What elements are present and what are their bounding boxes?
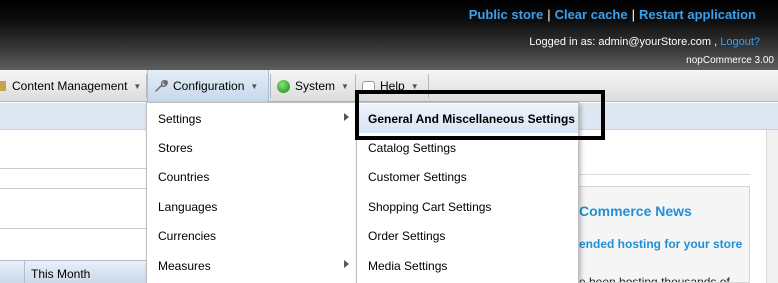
header-links: Public store | Clear cache | Restart applica… <box>469 7 756 22</box>
system-globe-icon <box>277 79 290 93</box>
news-title: Commerce News <box>579 203 692 219</box>
version-bar: nopCommerce 3.00 <box>0 51 778 70</box>
menu-item-settings[interactable]: Settings <box>147 104 357 133</box>
chevron-right-icon <box>344 260 349 268</box>
menu-item-countries[interactable]: Countries <box>147 162 357 191</box>
menu-item-label: Stores <box>158 140 193 155</box>
page-scrollbar[interactable] <box>766 130 778 283</box>
version-label: nopCommerce 3.00 <box>686 55 774 66</box>
menu-item-label: Settings <box>158 111 202 126</box>
menu-item-label: Customer Settings <box>368 169 467 184</box>
menu-item-label: Languages <box>158 199 218 214</box>
menu-divider <box>428 74 429 98</box>
menu-item-stores[interactable]: Stores <box>147 133 357 162</box>
menu-label: System <box>295 79 336 93</box>
menu-item-label: Countries <box>158 169 210 184</box>
menu-system[interactable]: System ▼ <box>271 70 355 102</box>
divider <box>0 168 150 169</box>
wrench-icon <box>155 80 168 92</box>
menu-item-label: Catalog Settings <box>368 140 457 155</box>
main-menu-bar: Content Management ▼ Configuration ▼ Sys… <box>0 70 778 102</box>
chevron-down-icon: ▼ <box>410 81 419 91</box>
chevron-down-icon: ▼ <box>250 81 259 91</box>
configuration-dropdown: Settings Stores Countries Languages Curr… <box>146 102 358 283</box>
chevron-down-icon: ▼ <box>133 81 142 91</box>
divider <box>0 188 150 189</box>
menu-item-customer-settings[interactable]: Customer Settings <box>357 162 578 191</box>
link-separator: | <box>631 7 635 22</box>
help-bubble-icon <box>362 80 375 92</box>
menu-item-measures[interactable]: Measures <box>147 251 357 280</box>
menu-item-label: Media Settings <box>368 258 448 273</box>
menu-label: Content Management <box>12 79 128 93</box>
logged-in-info: Logged in as: admin@yourStore.com , Logo… <box>529 36 760 48</box>
divider <box>578 174 750 175</box>
public-store-link[interactable]: Public store <box>469 7 543 22</box>
menu-item-label: Currencies <box>158 228 217 243</box>
menu-item-shopping-cart-settings[interactable]: Shopping Cart Settings <box>357 192 578 221</box>
menu-label: Configuration <box>173 79 245 93</box>
content-management-icon <box>0 81 6 91</box>
menu-item-media-settings[interactable]: Media Settings <box>357 251 578 280</box>
menu-item-languages[interactable]: Languages <box>147 192 357 221</box>
menu-configuration[interactable]: Configuration ▼ <box>147 70 269 102</box>
menu-label: Help <box>380 79 405 93</box>
menu-item-order-settings[interactable]: Order Settings <box>357 221 578 250</box>
column-divider <box>24 261 25 283</box>
news-item-link[interactable]: ended hosting for your store <box>579 237 742 251</box>
menu-content-management[interactable]: Content Management ▼ <box>0 70 147 102</box>
news-item-text: e been hosting thousands of <box>579 275 730 283</box>
link-separator: | <box>547 7 551 22</box>
logged-in-text: Logged in as: admin@yourStore.com , <box>529 36 718 48</box>
menu-item-general-settings[interactable]: General And Miscellaneous Settings <box>357 104 578 133</box>
menu-help[interactable]: Help ▼ <box>356 70 425 102</box>
menu-item-label: General And Miscellaneous Settings <box>368 111 575 126</box>
news-panel: Commerce News ended hosting for your sto… <box>578 186 750 283</box>
logout-link[interactable]: Logout? <box>720 36 760 48</box>
clear-cache-link[interactable]: Clear cache <box>555 7 628 22</box>
menu-item-currencies[interactable]: Currencies <box>147 221 357 250</box>
chevron-right-icon <box>344 113 349 121</box>
admin-header: Public store | Clear cache | Restart applica… <box>0 0 778 70</box>
menu-item-label: Shopping Cart Settings <box>368 199 492 214</box>
stats-table-header: This Month <box>0 260 150 283</box>
settings-submenu: General And Miscellaneous Settings Catal… <box>356 102 579 283</box>
restart-application-link[interactable]: Restart application <box>639 7 756 22</box>
divider <box>0 228 150 229</box>
menu-item-catalog-settings[interactable]: Catalog Settings <box>357 133 578 162</box>
column-header-this-month: This Month <box>31 267 91 281</box>
chevron-down-icon: ▼ <box>341 81 349 91</box>
menu-item-label: Measures <box>158 258 211 273</box>
menu-item-label: Order Settings <box>368 228 446 243</box>
